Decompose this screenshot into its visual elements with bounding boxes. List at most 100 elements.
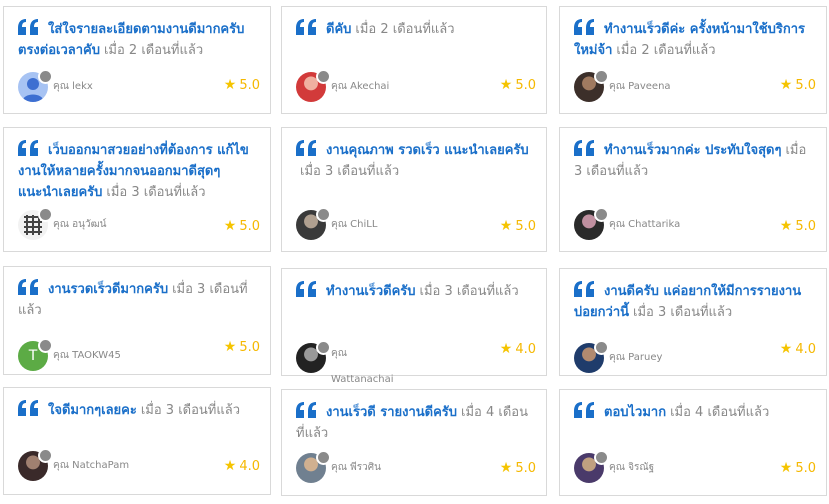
rating-value: 5.0 — [515, 218, 536, 234]
review-text: ตอบไวมาก — [604, 405, 667, 420]
reviewer-name[interactable]: คุณ จิรณัฐ — [609, 460, 654, 475]
rating-value: 5.0 — [239, 77, 260, 93]
review-quote: เว็บออกมาสวยอย่างที่ต้องการ แก้ไขงานให้ห… — [18, 140, 254, 203]
quote-icon — [296, 402, 318, 418]
review-card: งานคุณภาพ รวดเร็ว แนะนำเลยครับเมื่อ 3 เด… — [281, 127, 547, 252]
star-icon: ★ — [499, 341, 513, 357]
review-text: งานเร็วดี รายงานดีครับ — [326, 405, 458, 420]
review-text: ทำงานเร็วดีครับ — [326, 284, 416, 299]
review-rating: ★ 5.0 — [224, 77, 260, 93]
reviewer-avatar[interactable] — [18, 448, 53, 481]
quote-icon — [574, 140, 596, 156]
review-time: เมื่อ 2 เดือนที่แล้ว — [103, 43, 204, 58]
author-name: ChiLL — [350, 219, 378, 230]
author-name: พีรวศิน — [350, 462, 381, 473]
author-name: จิรณัฐ — [628, 462, 655, 473]
rating-value: 4.0 — [515, 341, 536, 357]
status-dot-icon — [316, 450, 331, 465]
reviewer-avatar[interactable] — [296, 207, 331, 240]
reviewer-avatar[interactable] — [296, 450, 331, 483]
review-rating: ★ 5.0 — [780, 460, 816, 476]
quote-icon — [18, 140, 40, 156]
reviewer-avatar[interactable] — [18, 207, 53, 240]
review-time: เมื่อ 3 เดือนที่แล้ว — [300, 164, 400, 179]
review-quote: ใจดีมากๆเลยคะ เมื่อ 3 เดือนที่แล้ว — [18, 400, 254, 421]
reviewer-name[interactable]: คุณ NatchaPam — [53, 458, 129, 473]
status-dot-icon — [594, 207, 609, 222]
review-card: ดีคับ เมื่อ 2 เดือนที่แล้ว คุณ Akechai ★ 5.0 — [281, 6, 547, 114]
reviewer-avatar[interactable] — [296, 69, 331, 102]
review-card: ทำงานเร็วมากค่ะ ประทับใจสุดๆ เมื่อ 3 เดือ… — [559, 127, 827, 252]
review-rating: ★ 5.0 — [500, 218, 536, 234]
star-icon: ★ — [223, 339, 237, 355]
reviewer-name[interactable]: คุณ Akechai — [331, 79, 389, 94]
author-prefix: คุณ — [609, 352, 625, 363]
rating-value: 5.0 — [795, 77, 816, 93]
reviewer-avatar[interactable] — [18, 69, 53, 102]
quote-icon — [574, 402, 596, 418]
author-name: TAOKW45 — [72, 350, 121, 361]
reviewer-name[interactable]: คุณ พีรวศิน — [331, 460, 381, 475]
reviewer-avatar[interactable] — [296, 340, 331, 373]
rating-value: 4.0 — [239, 458, 260, 474]
rating-value: 5.0 — [795, 218, 816, 234]
author-prefix: คุณ — [331, 462, 347, 473]
review-card: งานเร็วดี รายงานดีครับ เมื่อ 4 เดือนที่แล… — [281, 389, 547, 496]
reviewer-name[interactable]: คุณ Wattanachai — [331, 341, 394, 393]
review-time: เมื่อ 2 เดือนที่แล้ว — [355, 22, 455, 37]
author-prefix: คุณ — [331, 81, 347, 92]
rating-value: 5.0 — [515, 460, 536, 476]
star-icon: ★ — [779, 77, 793, 93]
author-name: Paveena — [628, 81, 671, 92]
review-rating: ★ 5.0 — [500, 77, 536, 93]
reviewer-avatar[interactable] — [574, 450, 609, 483]
author-prefix: คุณ — [53, 219, 69, 230]
reviewer-avatar[interactable] — [574, 340, 609, 373]
review-quote: ตอบไวมาก เมื่อ 4 เดือนที่แล้ว — [574, 402, 810, 423]
reviewer-name[interactable]: คุณ TAOKW45 — [53, 348, 121, 363]
review-card: ใส่ใจรายละเอียดตามงานดีมากครับ ตรงต่อเวล… — [3, 6, 271, 114]
author-prefix: คุณ — [609, 81, 625, 92]
rating-value: 5.0 — [239, 218, 260, 234]
reviewer-name[interactable]: คุณ Paruey — [609, 350, 662, 365]
reviewer-avatar[interactable]: T — [18, 338, 53, 371]
author-name: lekx — [72, 81, 93, 92]
rating-value: 5.0 — [515, 77, 536, 93]
author-prefix: คุณ — [53, 350, 69, 361]
review-rating: ★ 4.0 — [780, 341, 816, 357]
author-prefix: คุณ — [609, 219, 625, 230]
reviewer-avatar[interactable] — [574, 207, 609, 240]
author-name: Akechai — [350, 81, 390, 92]
star-icon: ★ — [499, 460, 513, 476]
star-icon: ★ — [779, 460, 793, 476]
review-card: เว็บออกมาสวยอย่างที่ต้องการ แก้ไขงานให้ห… — [3, 127, 271, 252]
review-rating: ★ 5.0 — [780, 77, 816, 93]
review-card: ทำงานเร็วดีครับ เมื่อ 3 เดือนที่แล้ว คุณ W… — [281, 268, 547, 385]
reviewer-avatar[interactable] — [574, 69, 609, 102]
review-text: งานคุณภาพ รวดเร็ว แนะนำเลยครับ — [326, 143, 529, 158]
reviewer-name[interactable]: คุณ lekx — [53, 79, 93, 94]
author-name: Wattanachai — [331, 374, 394, 385]
review-quote: ทำงานเร็วมากค่ะ ประทับใจสุดๆ เมื่อ 3 เดือ… — [574, 140, 810, 182]
status-dot-icon — [38, 69, 53, 84]
review-rating: ★ 5.0 — [500, 460, 536, 476]
status-dot-icon — [38, 338, 53, 353]
review-card: งานรวดเร็วดีมากครับ เมื่อ 3 เดือนที่แล้ว T… — [3, 266, 271, 375]
author-prefix: คุณ — [53, 460, 69, 471]
star-icon: ★ — [223, 77, 237, 93]
review-text: ทำงานเร็วมากค่ะ ประทับใจสุดๆ — [604, 143, 782, 158]
star-icon: ★ — [779, 341, 793, 357]
review-quote: งานรวดเร็วดีมากครับ เมื่อ 3 เดือนที่แล้ว — [18, 279, 254, 321]
status-dot-icon — [594, 69, 609, 84]
review-time: เมื่อ 3 เดือนที่แล้ว — [140, 403, 240, 418]
status-dot-icon — [38, 448, 53, 463]
reviewer-name[interactable]: คุณ Paveena — [609, 79, 671, 94]
reviewer-name[interactable]: คุณ Chattarika — [609, 217, 680, 232]
reviewer-name[interactable]: คุณ ChiLL — [331, 217, 377, 232]
star-icon: ★ — [779, 218, 793, 234]
reviewer-name[interactable]: คุณ อนุวัฒน์ — [53, 217, 106, 232]
quote-icon — [574, 281, 596, 297]
author-name: Paruey — [628, 352, 663, 363]
star-icon: ★ — [223, 458, 237, 474]
author-name: อนุวัฒน์ — [72, 219, 107, 230]
